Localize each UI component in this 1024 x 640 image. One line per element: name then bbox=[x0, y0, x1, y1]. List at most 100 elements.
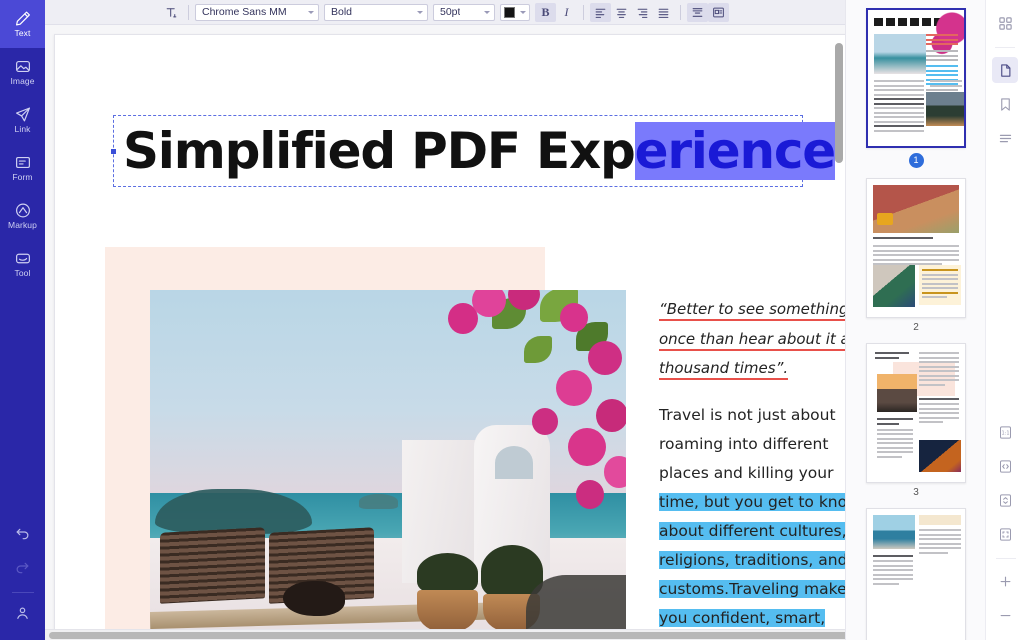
tool-icon bbox=[14, 250, 32, 267]
pdf-page-1[interactable]: Simplified PDF Experience “Better to see… bbox=[54, 34, 845, 629]
outline-icon[interactable] bbox=[992, 125, 1018, 151]
bold-button[interactable]: B bbox=[535, 2, 556, 22]
thumbnail-item[interactable]: 3 bbox=[846, 343, 985, 498]
grid-view-icon[interactable] bbox=[992, 10, 1018, 36]
thumbnail-item[interactable]: 1 bbox=[846, 8, 985, 168]
thumb3-heading bbox=[875, 352, 909, 361]
highlighted-text[interactable]: time, but you get to know bbox=[659, 493, 845, 511]
horizontal-scrollbar[interactable] bbox=[45, 629, 849, 640]
undo-button[interactable] bbox=[0, 519, 45, 553]
thumb4-body-right bbox=[919, 529, 961, 556]
page-title[interactable]: Simplified PDF Experience bbox=[123, 118, 836, 184]
thumb-page-number-1: 1 bbox=[908, 153, 924, 168]
highlighted-text[interactable]: about different cultures, bbox=[659, 522, 845, 540]
thumb-page-number-3: 3 bbox=[913, 487, 919, 498]
align-left-icon[interactable] bbox=[590, 2, 611, 22]
tool-link[interactable]: Link bbox=[0, 96, 45, 144]
redo-button[interactable] bbox=[0, 553, 45, 587]
text-color-picker[interactable] bbox=[500, 3, 530, 21]
pages-panel-icon[interactable] bbox=[992, 57, 1018, 83]
body-line: roaming into different bbox=[659, 435, 829, 453]
form-icon bbox=[14, 154, 32, 171]
quote-line: once than hear about it a bbox=[659, 325, 845, 355]
quote-line: thousand times”. bbox=[659, 354, 845, 384]
right-rail-divider-1 bbox=[995, 47, 1015, 48]
tool-image[interactable]: Image bbox=[0, 48, 45, 96]
body-paragraph[interactable]: Travel is not just about roaming into di… bbox=[659, 401, 845, 629]
thumbnail-item[interactable]: 4 bbox=[846, 508, 985, 640]
font-size-value: 50pt bbox=[440, 6, 461, 18]
fit-height-icon[interactable] bbox=[993, 487, 1019, 513]
thumb3-photo bbox=[877, 374, 917, 412]
page-thumbnail-3[interactable] bbox=[866, 343, 966, 483]
vertical-scrollbar-thumb[interactable] bbox=[835, 43, 843, 163]
font-family-value: Chrome Sans MM bbox=[202, 6, 287, 18]
photo-bougainvillea bbox=[436, 290, 626, 519]
text-format-icon[interactable] bbox=[161, 3, 182, 22]
text-wrap-icon[interactable] bbox=[708, 2, 729, 22]
tool-text[interactable]: Text bbox=[0, 0, 45, 48]
zoom-out-icon[interactable] bbox=[993, 602, 1019, 628]
actual-size-icon[interactable]: 1:1 bbox=[993, 419, 1019, 445]
highlighted-text[interactable]: religions, traditions, and bbox=[659, 551, 845, 569]
tool-markup[interactable]: Markup bbox=[0, 192, 45, 240]
redo-icon bbox=[14, 560, 31, 581]
italic-button[interactable]: I bbox=[556, 3, 577, 22]
align-justify-icon[interactable] bbox=[653, 3, 674, 22]
account-icon bbox=[14, 605, 31, 626]
title-selected-text[interactable]: erience bbox=[634, 122, 836, 180]
pull-quote[interactable]: “Better to see something once than hear … bbox=[659, 295, 845, 384]
fit-width-icon[interactable] bbox=[993, 453, 1019, 479]
account-button[interactable] bbox=[0, 598, 45, 632]
resize-handle-left[interactable] bbox=[111, 148, 116, 154]
tool-markup-label: Markup bbox=[8, 220, 37, 231]
vertical-scrollbar[interactable] bbox=[835, 27, 843, 627]
santorini-photo[interactable] bbox=[150, 290, 626, 629]
tool-tool[interactable]: Tool bbox=[0, 240, 45, 288]
page-thumbnail-4[interactable] bbox=[866, 508, 966, 640]
photo-pot-left bbox=[416, 590, 479, 629]
markup-icon bbox=[14, 202, 32, 219]
photo-plant-left bbox=[416, 552, 479, 594]
thumb-page-number-2: 2 bbox=[913, 322, 919, 333]
horizontal-scrollbar-thumb[interactable] bbox=[49, 632, 849, 639]
thumb4-photo bbox=[873, 515, 915, 549]
thumb4-body-left bbox=[873, 555, 913, 587]
chevron-down-icon bbox=[417, 10, 423, 14]
tool-text-label: Text bbox=[14, 28, 31, 39]
undo-icon bbox=[14, 526, 31, 547]
fit-page-icon[interactable] bbox=[993, 521, 1019, 547]
right-rail-zoom-controls: 1:1 bbox=[986, 419, 1024, 636]
thumb3-body-right bbox=[919, 352, 959, 388]
zoom-in-icon[interactable] bbox=[993, 568, 1019, 594]
highlighted-text[interactable]: customs.Traveling makes bbox=[659, 580, 845, 598]
document-scroll-area[interactable]: Simplified PDF Experience “Better to see… bbox=[45, 25, 845, 629]
align-right-icon[interactable] bbox=[632, 3, 653, 22]
highlighted-text[interactable]: you confident, smart, bbox=[659, 609, 826, 627]
text-format-toolbar: Chrome Sans MM Bold 50pt B I bbox=[45, 0, 845, 25]
tool-image-label: Image bbox=[10, 76, 35, 87]
left-tool-rail: Text Image Link Form Markup Tool bbox=[0, 0, 45, 640]
page-thumbnail-2[interactable] bbox=[866, 178, 966, 318]
font-size-select[interactable]: 50pt bbox=[433, 3, 495, 21]
image-icon bbox=[14, 58, 32, 75]
thumbnail-item[interactable]: 2 bbox=[846, 178, 985, 333]
font-style-select[interactable]: Bold bbox=[324, 3, 428, 21]
font-family-select[interactable]: Chrome Sans MM bbox=[195, 3, 319, 21]
tool-form[interactable]: Form bbox=[0, 144, 45, 192]
thumb3-photo2 bbox=[919, 440, 961, 472]
thumb2-photo2 bbox=[873, 265, 915, 307]
editor-main: Chrome Sans MM Bold 50pt B I Simplified … bbox=[45, 0, 849, 640]
font-style-value: Bold bbox=[331, 6, 353, 18]
page-thumbnail-1[interactable] bbox=[866, 8, 966, 148]
right-rail-divider-2 bbox=[995, 558, 1016, 559]
bookmark-icon[interactable] bbox=[992, 91, 1018, 117]
svg-text:1:1: 1:1 bbox=[1001, 430, 1009, 436]
link-icon bbox=[14, 106, 32, 123]
page-thumbnail-panel[interactable]: 1 2 3 bbox=[845, 0, 985, 640]
thumb3-body-left bbox=[877, 418, 913, 460]
title-text-box[interactable]: Simplified PDF Experience bbox=[111, 115, 836, 187]
align-center-icon[interactable] bbox=[611, 3, 632, 22]
quote-line: “Better to see something bbox=[659, 295, 845, 325]
vertical-align-icon[interactable] bbox=[687, 2, 708, 22]
